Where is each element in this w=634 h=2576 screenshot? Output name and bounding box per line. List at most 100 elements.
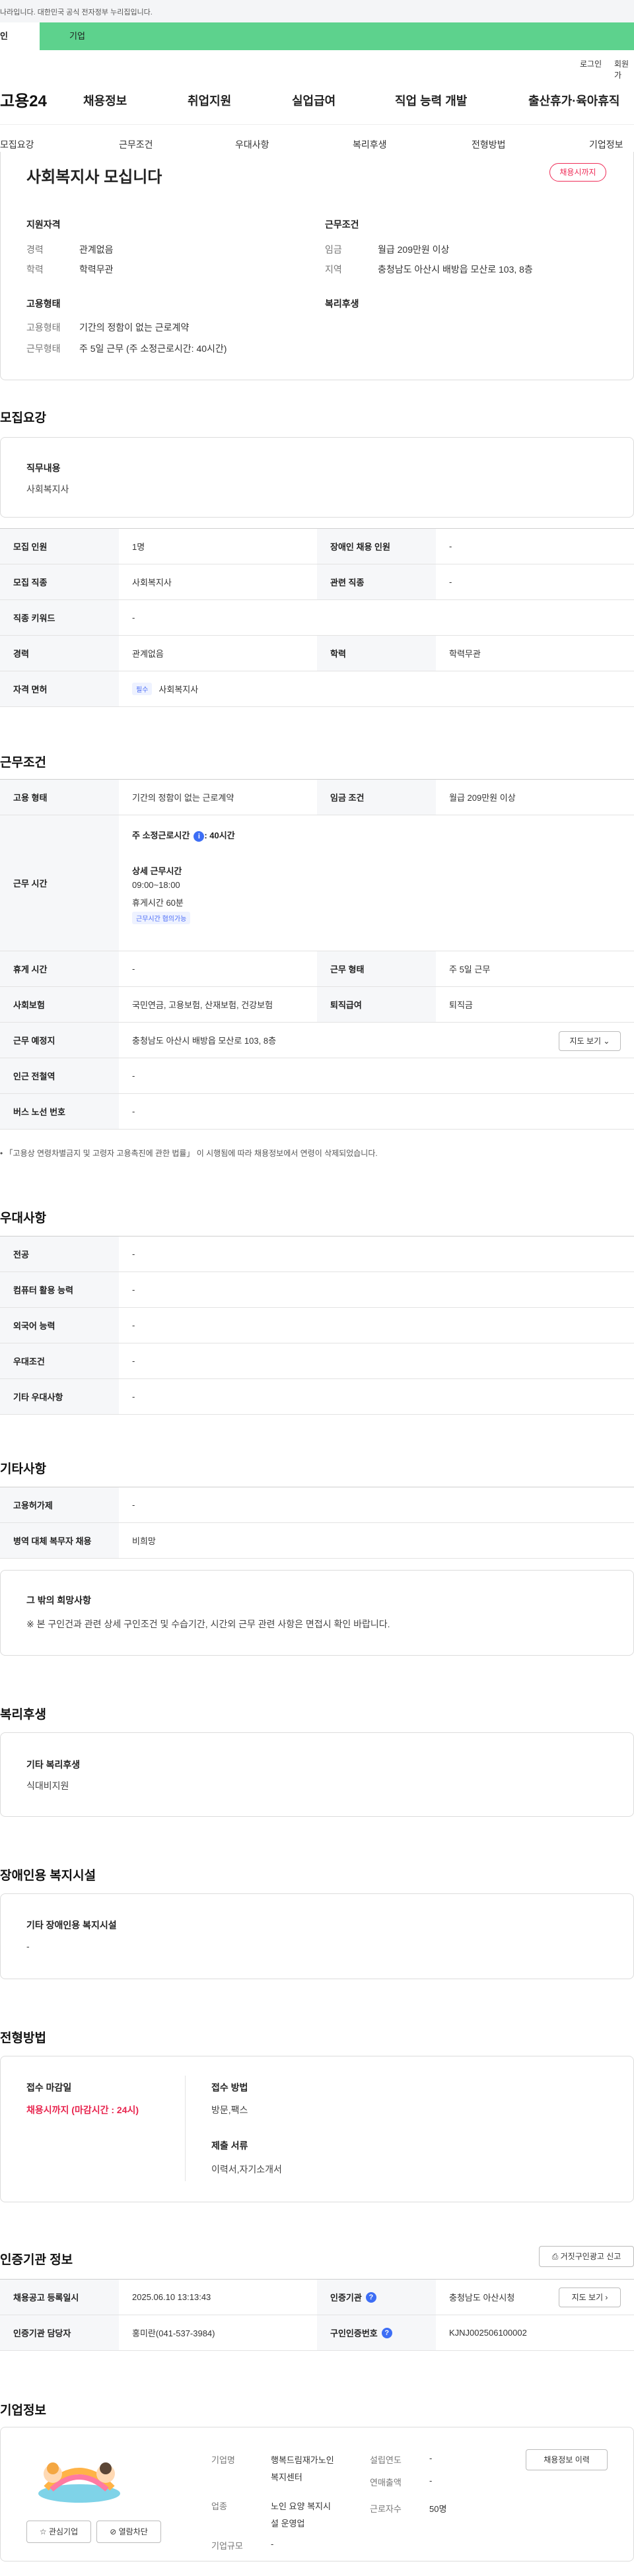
- anchor-welfare[interactable]: 복리후생: [353, 138, 387, 151]
- required-badge: 필수: [132, 683, 153, 695]
- tab-company[interactable]: 기업: [69, 22, 85, 50]
- related-key: 관련 직종: [317, 564, 436, 599]
- table-row: 고용 형태 기간의 정함이 없는 근로계약 임금 조건 월급 209만원 이상: [0, 780, 634, 815]
- job-history-button[interactable]: 채용정보 이력: [526, 2449, 608, 2470]
- area-val: 충청남도 아산시 배방읍 모산로 103, 8층: [378, 264, 533, 275]
- cert-table: 채용공고 등록일시 2025.06.10 13:13:43 인증기관? 충청남도…: [0, 2279, 634, 2351]
- block-company-button[interactable]: ⊘ 열람차단: [96, 2521, 161, 2543]
- welfare-title: 기타 복리후생: [26, 1759, 81, 1770]
- company-type-key: 업종: [211, 2501, 227, 2511]
- star-icon: ☆: [39, 2527, 47, 2536]
- work-wage-key: 임금 조건: [317, 780, 436, 815]
- major-val: -: [132, 1249, 135, 1259]
- anchor-company[interactable]: 기업정보: [589, 138, 623, 151]
- cert-map-button[interactable]: 지도 보기 ›: [559, 2288, 621, 2307]
- anchor-selection[interactable]: 전형방법: [472, 138, 506, 151]
- company-size-key: 기업규모: [211, 2541, 243, 2551]
- cond-label: 근무조건: [325, 219, 359, 230]
- favorite-label: 관심기업: [48, 2527, 79, 2536]
- company-size-val: -: [271, 2539, 274, 2549]
- report-button[interactable]: ⎙ 거짓구인광고 신고: [539, 2246, 634, 2267]
- table-row: 인증기관 담당자 홍미란(041-537-3984) 구인인증번호? KJNJ0…: [0, 2315, 634, 2351]
- table-row: 고용허가제 -: [0, 1487, 634, 1523]
- gnb-employment-support[interactable]: 취업지원: [188, 92, 231, 109]
- company-mascot-image: [38, 2462, 120, 2503]
- pref-etc-key: 기타 우대사항: [0, 1379, 119, 1414]
- table-row: 휴게 시간 - 근무 형태 주 5일 근무: [0, 951, 634, 987]
- place-map-label: 지도 보기: [569, 1036, 602, 1046]
- anchor-work[interactable]: 근무조건: [119, 138, 153, 151]
- pref-table: 전공 - 컴퓨터 활용 능력 - 외국어 능력 - 우대조건 - 기타 우대사항…: [0, 1236, 634, 1415]
- career-key: 경력: [26, 244, 44, 255]
- table-row: 사회보험 국민연금, 고용보험, 산재보험, 건강보험 퇴직급여 퇴직금: [0, 987, 634, 1023]
- gnb-training[interactable]: 직업 능력 개발: [395, 92, 467, 109]
- license-key: 자격 면허: [0, 671, 119, 706]
- rest-val: -: [132, 964, 135, 974]
- report-icon: ⎙: [551, 2252, 559, 2261]
- job-key: 모집 직종: [0, 564, 119, 599]
- info-icon[interactable]: ?: [381, 2327, 392, 2338]
- gnb-unemployment[interactable]: 실업급여: [292, 92, 335, 109]
- retire-val: 퇴직금: [449, 1000, 473, 1010]
- table-row: 외국어 능력 -: [0, 1308, 634, 1343]
- table-row: 버스 노선 번호 -: [0, 1094, 634, 1130]
- method-text: 방문,팩스: [211, 2105, 248, 2115]
- work-form-val: 주 5일 근무: [449, 965, 491, 974]
- duty-title: 직무내용: [26, 463, 61, 473]
- favorite-company-button[interactable]: ☆ 관심기업: [26, 2521, 91, 2543]
- chevron-right-icon: ›: [605, 2293, 608, 2302]
- manager-val: 홍미란(041-537-3984): [132, 2328, 215, 2338]
- table-row: 채용공고 등록일시 2025.06.10 13:13:43 인증기관? 충청남도…: [0, 2280, 634, 2315]
- gnb-leave[interactable]: 출산휴가·육아휴직: [528, 92, 619, 109]
- table-row: 모집 직종 사회복지사 관련 직종 -: [0, 564, 634, 600]
- work-hours-key: 근무 시간: [0, 815, 119, 951]
- subway-val: -: [132, 1071, 135, 1081]
- company-type-val-2: 설 운영업: [271, 2519, 305, 2528]
- deadline-text: 채용시까지 (마감시간 : 24시): [26, 2105, 139, 2115]
- employees-val: 50명: [429, 2504, 447, 2514]
- subway-key: 인근 전철역: [0, 1058, 119, 1093]
- duty-box: [0, 437, 634, 518]
- welfare-box: [0, 1732, 634, 1817]
- cert-heading: 인증기관 정보: [0, 2253, 73, 2267]
- military-key: 병역 대체 복무자 채용: [0, 1523, 119, 1558]
- table-row: 인근 전철역 -: [0, 1058, 634, 1094]
- info-icon[interactable]: ?: [365, 2291, 376, 2303]
- sales-val: -: [429, 2476, 433, 2486]
- login-link[interactable]: 로그인: [580, 58, 602, 69]
- table-row: 기타 우대사항 -: [0, 1379, 634, 1415]
- keyword-val: -: [132, 613, 135, 623]
- bus-val: -: [132, 1106, 135, 1116]
- status-badge: 채용시까지: [549, 163, 606, 182]
- lang-val: -: [132, 1320, 135, 1330]
- license-val: 사회복지사: [158, 685, 199, 695]
- site-logo[interactable]: 고용24: [0, 88, 47, 111]
- age-note-text: 「고용상 연령차별금지 및 고령자 고용촉진에 관한 법률」 이 시행됨에 따라…: [5, 1149, 378, 1158]
- etc-heading: 기타사항: [0, 1462, 46, 1476]
- age-note: • 「고용상 연령차별금지 및 고령자 고용촉진에 관한 법률」 이 시행됨에 …: [0, 1149, 378, 1158]
- anchor-recruit[interactable]: 모집요강: [0, 138, 34, 151]
- join-link[interactable]: 회원가: [614, 58, 634, 81]
- work-form-key: 근무 형태: [317, 951, 436, 986]
- info-icon[interactable]: i: [194, 831, 205, 842]
- lang-key: 외국어 능력: [0, 1308, 119, 1343]
- hours-flex-badge: 근무시간 협의가능: [132, 912, 191, 924]
- rest-key: 휴게 시간: [0, 951, 119, 986]
- anchor-pref[interactable]: 우대사항: [235, 138, 269, 151]
- place-map-button[interactable]: 지도 보기 ⌄: [559, 1031, 621, 1051]
- recruit-table: 모집 인원 1명 장애인 채용 인원 - 모집 직종 사회복지사 관련 직종 -…: [0, 528, 634, 707]
- company-heading: 기업정보: [0, 2404, 46, 2418]
- disabled-heading: 장애인용 복지시설: [0, 1869, 96, 1883]
- gov-banner: 나라입니다. 대한민국 공식 전자정부 누리집입니다.: [0, 0, 634, 22]
- selection-divider: [185, 2076, 186, 2181]
- tab-person[interactable]: 인: [0, 22, 40, 50]
- insurance-val: 국민연금, 고용보험, 산재보험, 건강보험: [132, 1000, 273, 1010]
- disabled-key: 장애인 채용 인원: [317, 529, 436, 564]
- wish-text: ※ 본 구인건과 관련 상세 구인조건 및 수습기간, 시간외 근무 관련 사항…: [26, 1619, 390, 1629]
- table-row: 우대조건 -: [0, 1343, 634, 1379]
- place-key: 근무 예정지: [0, 1023, 119, 1058]
- gnb-jobs[interactable]: 채용정보: [83, 92, 127, 109]
- emp-key: 고용형태: [26, 322, 61, 333]
- career-val2: 관계없음: [132, 649, 164, 659]
- method-title: 접수 방법: [211, 2082, 248, 2093]
